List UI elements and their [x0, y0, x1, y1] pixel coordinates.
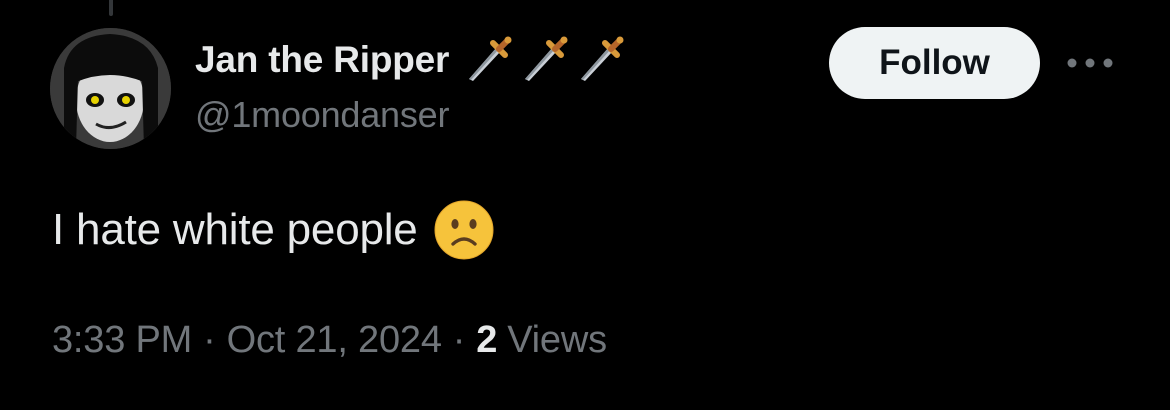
- post-text: I hate white people: [52, 205, 418, 254]
- author-name-row[interactable]: Jan the Ripper: [195, 34, 627, 86]
- more-options-icon: [1067, 58, 1113, 68]
- post-time[interactable]: 3:33 PM: [52, 319, 192, 362]
- dagger-icon: [581, 36, 624, 81]
- meta-separator: ·: [203, 318, 216, 361]
- post-metadata: 3:33 PM · Oct 21, 2024 · 2 Views: [52, 312, 607, 368]
- dagger-icon: [525, 36, 568, 81]
- dagger-icon: [469, 36, 512, 81]
- more-options-button[interactable]: [1063, 48, 1117, 78]
- post-date[interactable]: Oct 21, 2024: [227, 319, 442, 362]
- meta-separator: ·: [452, 318, 466, 361]
- thread-connector-line: [109, 0, 113, 16]
- views-label: Views: [507, 318, 607, 361]
- author-display-name[interactable]: Jan the Ripper: [195, 39, 449, 81]
- follow-button[interactable]: Follow: [829, 27, 1040, 99]
- avatar[interactable]: [50, 28, 171, 149]
- post-body: I hate white people: [52, 198, 494, 262]
- views-count: 2: [476, 318, 498, 361]
- avatar-image: [50, 28, 171, 149]
- slightly-frowning-face-icon: [434, 200, 494, 260]
- author-handle[interactable]: @1moondanser: [195, 94, 449, 136]
